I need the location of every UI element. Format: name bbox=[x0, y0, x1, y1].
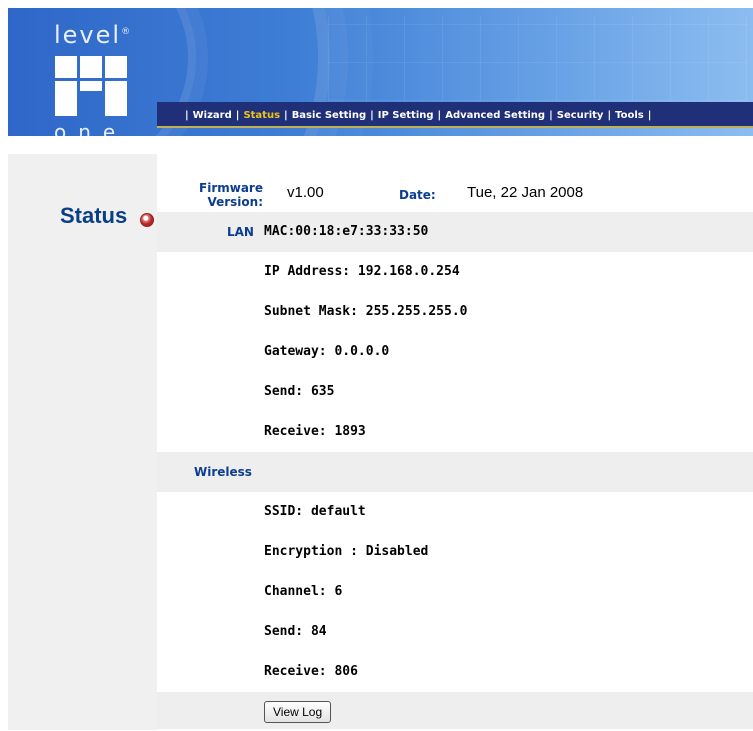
lan-subnet-value: Subnet Mask: 255.255.255.0 bbox=[264, 304, 468, 319]
levelone-logo: level® one bbox=[48, 16, 143, 136]
wireless-row: Send: 84 bbox=[157, 612, 753, 652]
wireless-row: Channel: 6 bbox=[157, 572, 753, 612]
lan-send-value: Send: 635 bbox=[264, 384, 335, 399]
status-content: Firmware Version: v1.00 Date: Tue, 22 Ja… bbox=[157, 154, 753, 729]
wireless-row: Encryption : Disabled bbox=[157, 532, 753, 572]
lan-ip-value: IP Address: 192.168.0.254 bbox=[264, 264, 460, 279]
lan-mac-value: MAC:00:18:e7:33:33:50 bbox=[264, 224, 429, 239]
logo-text-bottom: one bbox=[54, 120, 128, 136]
nav-item-status[interactable]: Status bbox=[243, 110, 280, 121]
wireless-channel-value: Channel: 6 bbox=[264, 584, 343, 599]
date-value: Tue, 22 Jan 2008 bbox=[467, 184, 584, 201]
firmware-row: Firmware Version: v1.00 Date: Tue, 22 Ja… bbox=[157, 154, 753, 212]
wireless-receive-value: Receive: 806 bbox=[264, 664, 358, 679]
lan-gateway-value: Gateway: 0.0.0.0 bbox=[264, 344, 390, 359]
sidebar-top-spacer bbox=[8, 136, 157, 154]
nav-separator: | bbox=[185, 109, 189, 121]
header-grid-decoration bbox=[328, 16, 748, 101]
lan-label: LAN bbox=[227, 225, 254, 239]
firmware-value: v1.00 bbox=[287, 184, 324, 201]
logo-mark-icon bbox=[55, 56, 127, 116]
nav-underline bbox=[157, 126, 753, 128]
nav-item-ip-setting[interactable]: IP Setting bbox=[378, 110, 434, 121]
status-bullet-icon bbox=[140, 213, 154, 227]
lan-receive-value: Receive: 1893 bbox=[264, 424, 366, 439]
lan-header-row: LAN MAC:00:18:e7:33:33:50 bbox=[157, 212, 753, 252]
nav-item-tools[interactable]: Tools bbox=[615, 110, 644, 121]
nav-item-basic-setting[interactable]: Basic Setting bbox=[292, 110, 366, 121]
nav-separator: | bbox=[370, 109, 374, 121]
nav-list: | Wizard | Status | Basic Setting | IP S… bbox=[157, 102, 753, 128]
nav-separator: | bbox=[549, 109, 553, 121]
nav-item-wizard[interactable]: Wizard bbox=[193, 110, 232, 121]
nav-separator: | bbox=[607, 109, 612, 121]
view-log-button[interactable]: View Log bbox=[264, 701, 332, 723]
lan-row: IP Address: 192.168.0.254 bbox=[157, 252, 753, 292]
wireless-row: Receive: 806 bbox=[157, 652, 753, 692]
wireless-encryption-value: Encryption : Disabled bbox=[264, 544, 429, 559]
firmware-label: Firmware Version: bbox=[199, 181, 263, 209]
wireless-header-row: Wireless bbox=[157, 452, 753, 492]
nav-separator: | bbox=[647, 109, 652, 121]
lan-row: Subnet Mask: 255.255.255.0 bbox=[157, 292, 753, 332]
logo-text-top: level® bbox=[54, 21, 133, 49]
button-row: View Log bbox=[157, 692, 753, 729]
lan-row: Receive: 1893 bbox=[157, 412, 753, 452]
date-label: Date: bbox=[399, 188, 436, 202]
lan-row: Send: 635 bbox=[157, 372, 753, 412]
nav-separator: | bbox=[235, 109, 240, 121]
main-nav: | Wizard | Status | Basic Setting | IP S… bbox=[157, 102, 753, 128]
nav-item-security[interactable]: Security bbox=[557, 110, 604, 121]
nav-separator: | bbox=[284, 109, 288, 121]
wireless-row: SSID: default bbox=[157, 492, 753, 532]
wireless-label: Wireless bbox=[194, 465, 252, 479]
lan-row: Gateway: 0.0.0.0 bbox=[157, 332, 753, 372]
nav-item-advanced-setting[interactable]: Advanced Setting bbox=[445, 110, 545, 121]
page-title: Status bbox=[60, 203, 128, 228]
wireless-send-value: Send: 84 bbox=[264, 624, 327, 639]
nav-separator: | bbox=[437, 109, 442, 121]
wireless-ssid-value: SSID: default bbox=[264, 504, 366, 519]
